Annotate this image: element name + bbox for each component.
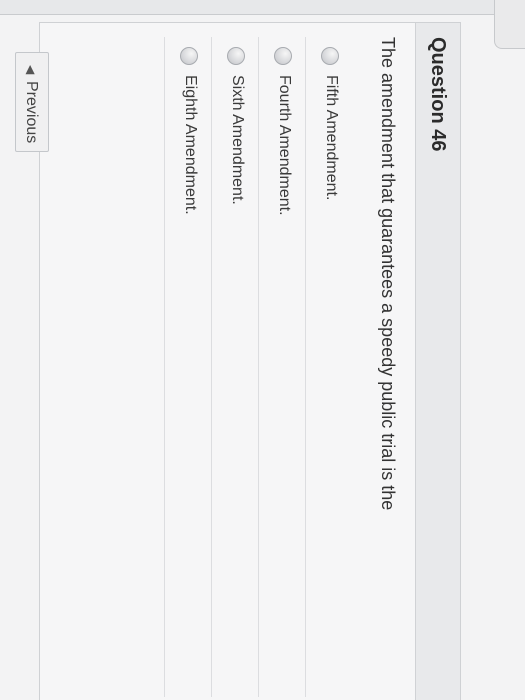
radio-button[interactable] bbox=[227, 47, 245, 65]
question-number: Question 46 bbox=[427, 37, 449, 152]
question-card: Question 46 The amendment that guarantee… bbox=[39, 22, 461, 700]
collapse-tab[interactable] bbox=[494, 0, 525, 49]
answer-label: Sixth Amendment. bbox=[229, 75, 246, 205]
answer-option-eighth[interactable]: Eighth Amendment. bbox=[164, 37, 211, 697]
radio-button[interactable] bbox=[180, 47, 198, 65]
answer-label: Fifth Amendment. bbox=[323, 75, 340, 201]
answer-option-sixth[interactable]: Sixth Amendment. bbox=[211, 37, 258, 697]
previous-label: Previous bbox=[23, 81, 40, 144]
question-header: Question 46 bbox=[415, 23, 460, 700]
answer-label: Fourth Amendment. bbox=[276, 75, 293, 216]
radio-button[interactable] bbox=[321, 47, 339, 65]
previous-button[interactable]: ◀ Previous bbox=[15, 52, 49, 152]
answer-option-fourth[interactable]: Fourth Amendment. bbox=[258, 37, 305, 697]
quiz-screen: Question 46 The amendment that guarantee… bbox=[0, 0, 525, 700]
answer-option-fifth[interactable]: Fifth Amendment. bbox=[305, 37, 352, 697]
question-prompt: The amendment that guarantees a speedy p… bbox=[378, 37, 398, 511]
radio-button[interactable] bbox=[274, 47, 292, 65]
left-edge-bar bbox=[0, 0, 525, 15]
answer-label: Eighth Amendment. bbox=[182, 75, 199, 215]
answer-list: Fifth Amendment. Fourth Amendment. Sixth… bbox=[164, 37, 352, 697]
triangle-left-icon: ◀ bbox=[24, 65, 38, 75]
